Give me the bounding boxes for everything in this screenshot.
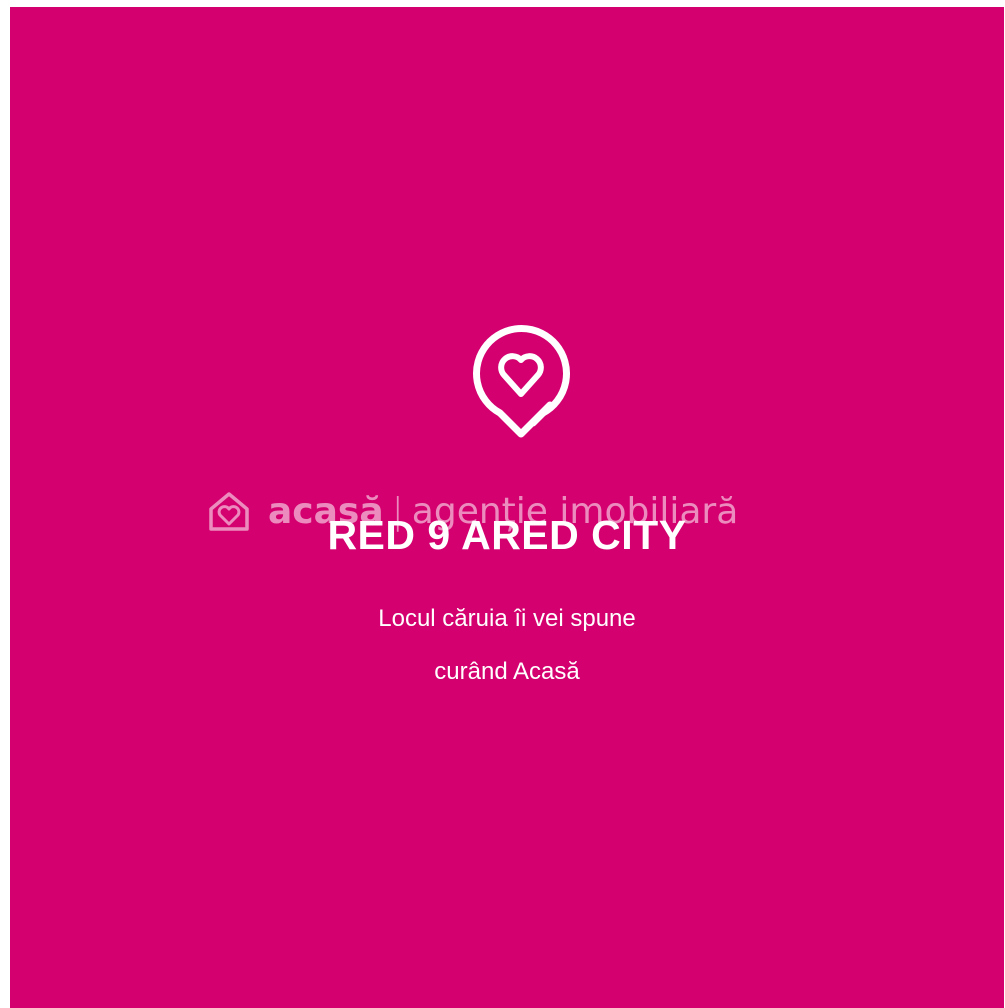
tagline-line-1: Locul căruia îi vei spune [378,605,636,632]
promo-banner: acasă | agenție imobiliară RED 9 ARED CI… [10,7,1004,1008]
tagline-line-2: curând Acasă [434,658,580,685]
heart-location-pin-icon [473,325,570,438]
headline-title: RED 9 ARED CITY [327,512,687,558]
